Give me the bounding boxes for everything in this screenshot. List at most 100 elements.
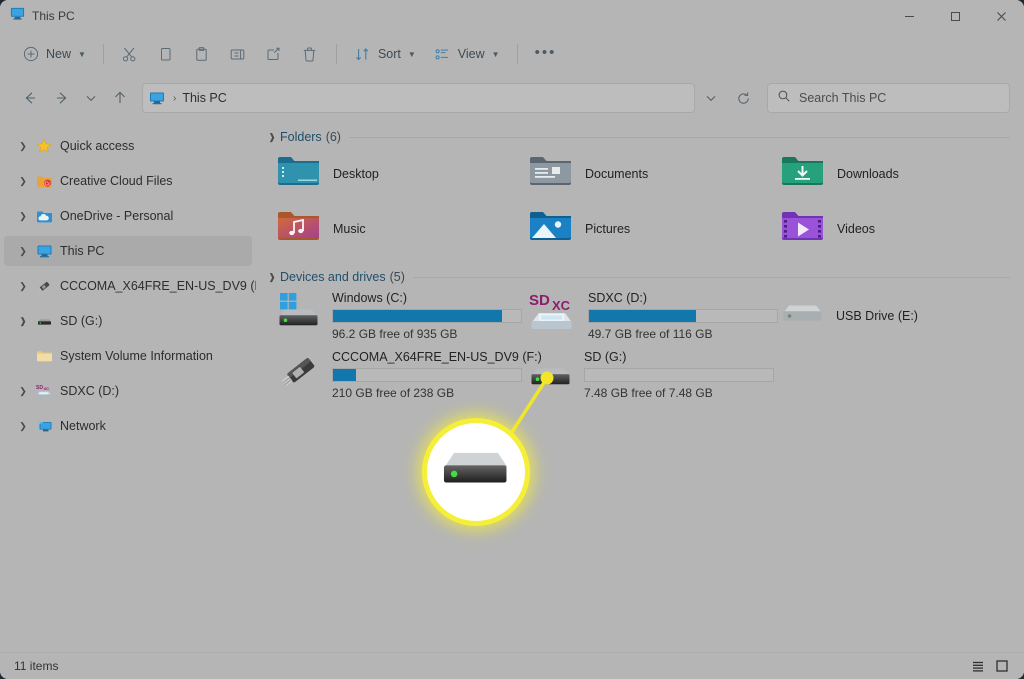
search-input[interactable]: Search This PC bbox=[767, 83, 1010, 113]
drives-group-title: Devices and drives bbox=[280, 270, 386, 284]
file-explorer-window: This PC New ▼ Sort ▼ View ▼ ••• › This P… bbox=[0, 0, 1024, 679]
view-icon bbox=[434, 45, 452, 63]
sidebar-item-cccoma-drive[interactable]: ❯ CCCOMA_X64FRE_EN-US_DV9 (F:) bbox=[4, 271, 256, 301]
delete-button[interactable] bbox=[293, 39, 327, 69]
star-icon bbox=[34, 137, 54, 155]
address-bar: › This PC Search This PC bbox=[0, 76, 1024, 120]
toolbar-separator-1 bbox=[102, 44, 104, 64]
sidebar-item-sd-g[interactable]: ❱ SD (G:) bbox=[4, 306, 252, 336]
folder-item[interactable]: Documents bbox=[518, 146, 770, 201]
copy-button[interactable] bbox=[149, 39, 183, 69]
sort-button[interactable]: Sort ▼ bbox=[346, 39, 424, 69]
chevron-right-icon[interactable]: ❯ bbox=[12, 421, 34, 432]
folders-group-header[interactable]: ❱ Folders (6) bbox=[256, 120, 1024, 146]
window-title: This PC bbox=[32, 9, 75, 23]
chevron-down-icon[interactable]: ❱ bbox=[264, 272, 280, 283]
previous-locations-button[interactable] bbox=[695, 83, 727, 113]
sidebar-item-sdxc-d[interactable]: ❯ SD XC SDXC (D:) bbox=[4, 376, 252, 406]
title-bar-left: This PC bbox=[0, 6, 75, 26]
large-icons-view-button[interactable] bbox=[990, 655, 1014, 677]
maximize-button[interactable] bbox=[932, 0, 978, 32]
drive-name: SDXC (D:) bbox=[588, 291, 648, 305]
sidebar-item-system-volume-information[interactable]: System Volume Information bbox=[4, 341, 252, 371]
forward-button[interactable] bbox=[46, 83, 78, 113]
trash-icon bbox=[301, 45, 319, 63]
downloads-folder-icon bbox=[780, 152, 825, 195]
breadcrumb-current[interactable]: This PC bbox=[182, 91, 226, 105]
folder-name: Documents bbox=[585, 166, 649, 181]
sidebar-item-this-pc[interactable]: ❯ This PC bbox=[4, 236, 252, 266]
copy-icon bbox=[157, 45, 175, 63]
drive-item[interactable]: CCCOMA_X64FRE_EN-US_DV9 (F:) 210 GB free… bbox=[266, 345, 542, 404]
chevron-right-icon[interactable]: ❯ bbox=[12, 386, 34, 397]
chevron-down-icon[interactable]: ❱ bbox=[12, 316, 34, 327]
search-icon bbox=[777, 89, 791, 108]
drive-info: Windows (C:) 96.2 GB free of 935 GB bbox=[332, 290, 522, 341]
see-more-button[interactable]: ••• bbox=[527, 39, 565, 69]
capacity-bar bbox=[332, 309, 522, 323]
sidebar-item-network[interactable]: ❯ Network bbox=[4, 411, 252, 441]
ellipsis-icon: ••• bbox=[534, 43, 557, 61]
chevron-down-icon: ▼ bbox=[407, 49, 416, 59]
cut-button[interactable] bbox=[113, 39, 147, 69]
drive-name: Windows (C:) bbox=[332, 291, 408, 305]
sdxc-card-icon: SD XC bbox=[528, 290, 578, 339]
search-placeholder: Search This PC bbox=[799, 91, 887, 105]
up-button[interactable] bbox=[104, 83, 136, 113]
folder-item[interactable]: Downloads bbox=[770, 146, 1022, 201]
drive-item[interactable]: SD (G:) 7.48 GB free of 7.48 GB bbox=[518, 345, 774, 404]
chevron-right-icon[interactable]: ❯ bbox=[12, 246, 34, 257]
view-button[interactable]: View ▼ bbox=[426, 39, 508, 69]
minimize-button[interactable] bbox=[886, 0, 932, 32]
capacity-bar bbox=[584, 368, 774, 382]
recent-locations-button[interactable] bbox=[78, 83, 104, 113]
drive-item[interactable]: USB Drive (E:) bbox=[770, 286, 1022, 345]
close-button[interactable] bbox=[978, 0, 1024, 32]
capacity-bar-fill bbox=[333, 310, 503, 322]
sidebar-item-label: System Volume Information bbox=[60, 349, 213, 363]
folder-item[interactable]: Music bbox=[266, 201, 518, 256]
network-icon bbox=[34, 417, 54, 435]
sd-drive-icon bbox=[34, 312, 54, 330]
chevron-right-icon[interactable]: ❯ bbox=[12, 141, 34, 152]
drives-grid: Windows (C:) 96.2 GB free of 935 GB SD X… bbox=[256, 286, 1024, 404]
sd-drive-icon bbox=[528, 349, 574, 398]
chevron-down-icon: ▼ bbox=[78, 49, 86, 59]
rename-button[interactable] bbox=[221, 39, 255, 69]
drive-item[interactable]: Windows (C:) 96.2 GB free of 935 GB bbox=[266, 286, 522, 345]
details-view-button[interactable] bbox=[966, 655, 990, 677]
folder-item[interactable]: Videos bbox=[770, 201, 1022, 256]
folder-name: Music bbox=[333, 221, 366, 236]
folder-item[interactable]: Desktop bbox=[266, 146, 518, 201]
capacity-bar-fill bbox=[333, 369, 356, 381]
refresh-button[interactable] bbox=[727, 83, 759, 113]
callout-magnifier bbox=[427, 423, 525, 521]
drives-group-count: (5) bbox=[389, 270, 405, 284]
sidebar-item-onedrive-personal[interactable]: ❯ OneDrive - Personal bbox=[4, 201, 252, 231]
back-button[interactable] bbox=[14, 83, 46, 113]
svg-text:XC: XC bbox=[552, 298, 571, 313]
breadcrumb[interactable]: › This PC bbox=[142, 83, 695, 113]
drive-free-space: 49.7 GB free of 116 GB bbox=[588, 327, 713, 341]
sidebar-item-creative-cloud-files[interactable]: ❯ Cc Creative Cloud Files bbox=[4, 166, 252, 196]
drive-item[interactable]: SD XC SDXC (D:) 49.7 GB free of 116 GB bbox=[518, 286, 778, 345]
new-button[interactable]: New ▼ bbox=[14, 39, 94, 69]
drives-group-header[interactable]: ❱ Devices and drives (5) bbox=[256, 256, 1024, 286]
sort-icon bbox=[354, 45, 372, 63]
folder-item[interactable]: Pictures bbox=[518, 201, 770, 256]
file-list-pane[interactable]: ❱ Folders (6) Desktop Documents Download… bbox=[256, 120, 1024, 652]
sidebar-item-quick-access[interactable]: ❯ Quick access bbox=[4, 131, 252, 161]
chevron-right-icon[interactable]: ❯ bbox=[12, 281, 34, 292]
usb-stick-icon bbox=[276, 349, 322, 400]
desktop-folder-icon bbox=[276, 152, 321, 195]
toolbar-separator-2 bbox=[335, 44, 337, 64]
rename-icon bbox=[229, 45, 247, 63]
paste-button[interactable] bbox=[185, 39, 219, 69]
drive-info: SD (G:) 7.48 GB free of 7.48 GB bbox=[584, 349, 774, 400]
chevron-down-icon[interactable]: ❱ bbox=[264, 132, 280, 143]
share-button[interactable] bbox=[257, 39, 291, 69]
chevron-right-icon[interactable]: ❯ bbox=[12, 176, 34, 187]
chevron-right-icon[interactable]: ❯ bbox=[12, 211, 34, 222]
drive-info: USB Drive (E:) bbox=[836, 308, 918, 323]
new-button-label: New bbox=[46, 47, 72, 61]
